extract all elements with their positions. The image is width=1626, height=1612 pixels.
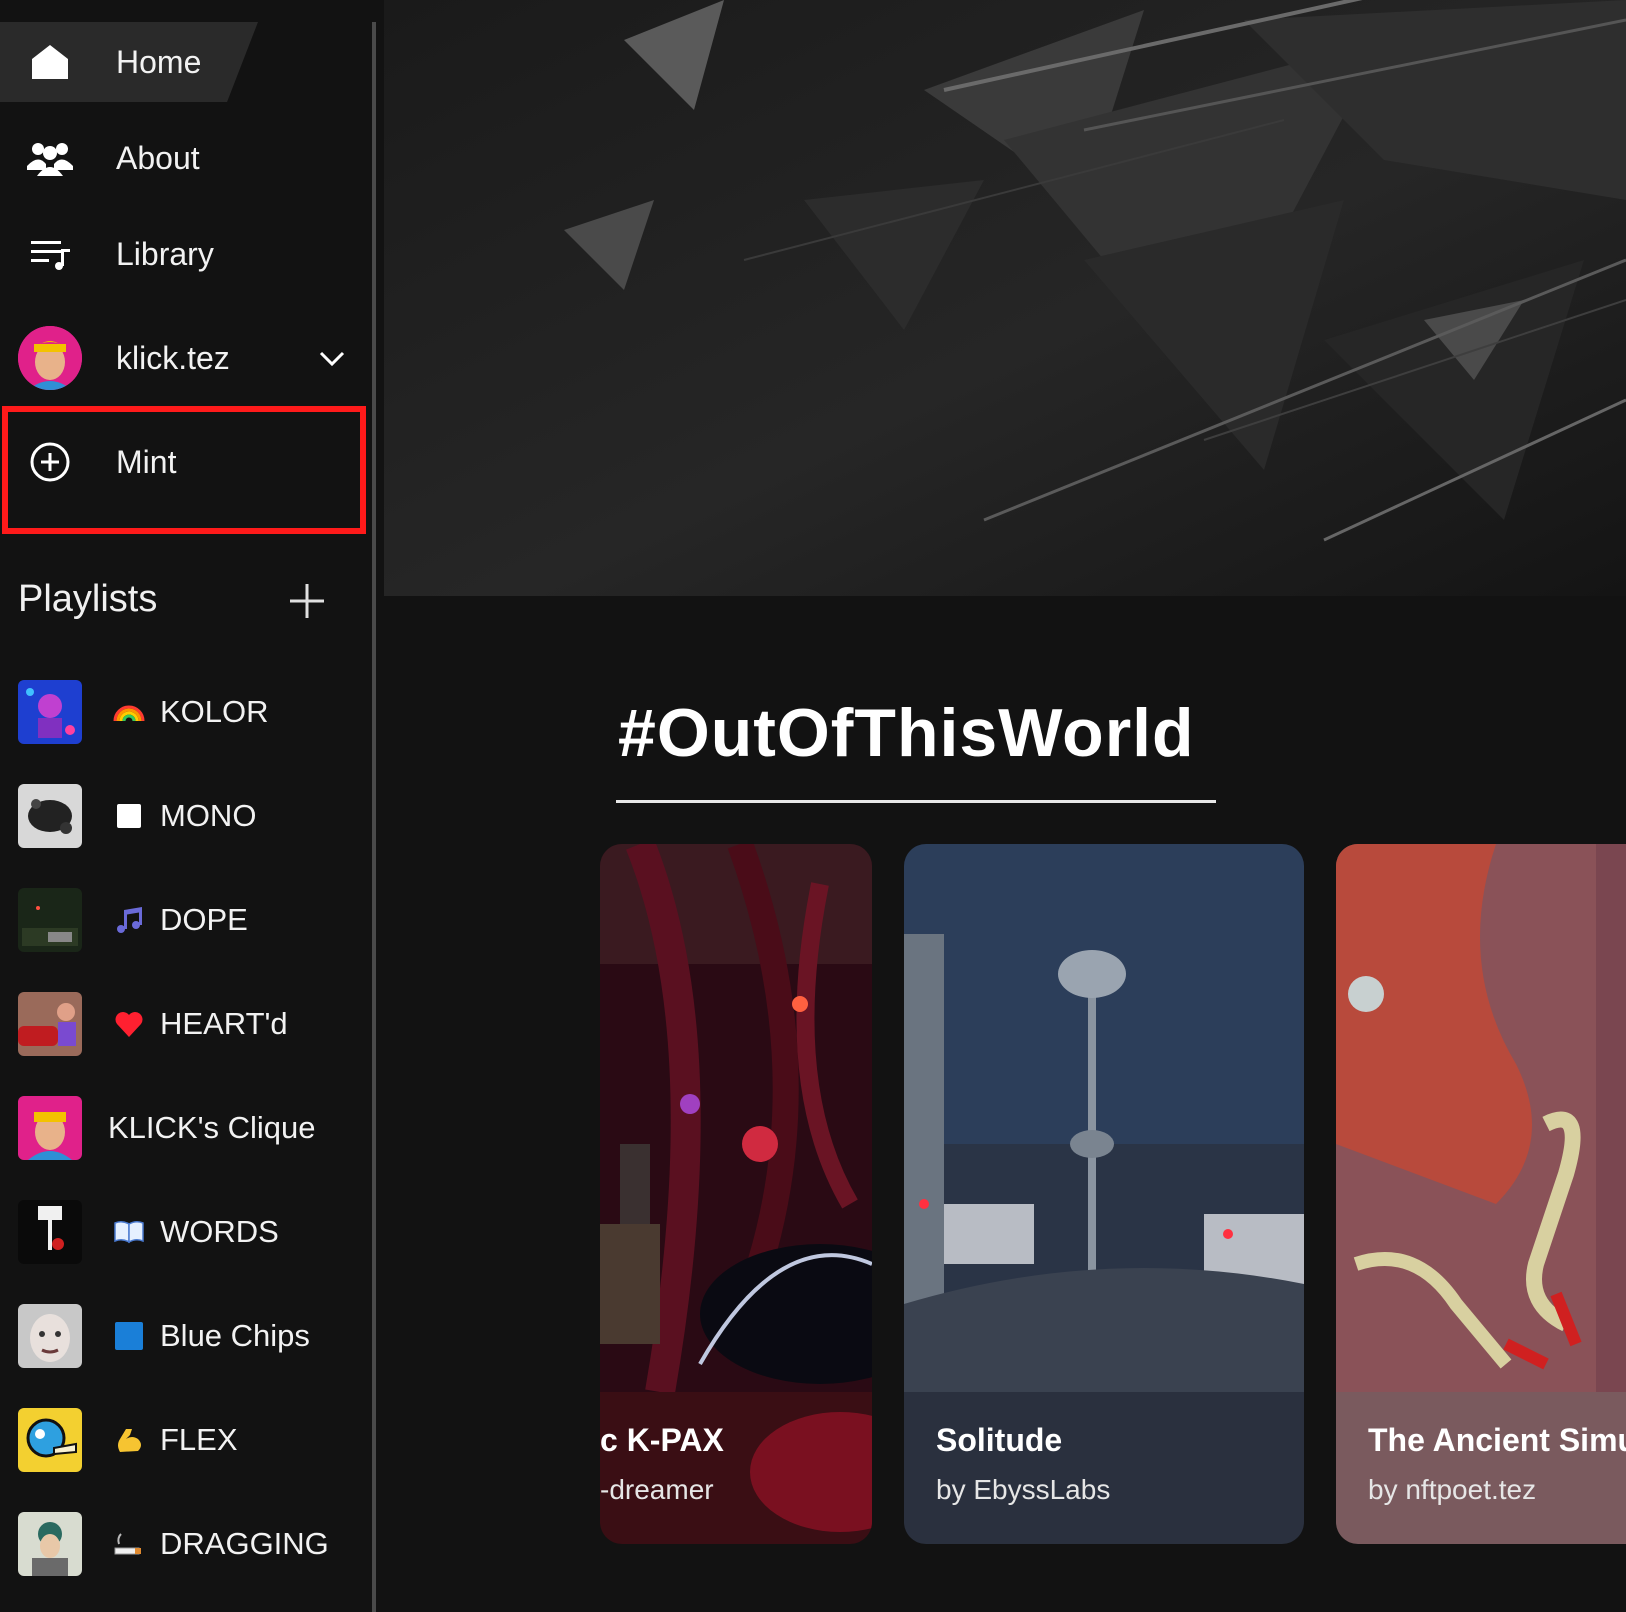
nav-about[interactable]: About [0,110,370,206]
avatar-wrap [18,326,82,390]
playlist-thumbnail [18,1096,82,1160]
playlist-thumbnail [18,680,82,744]
playlist-thumbnail [18,888,82,952]
mint-highlight-box [2,406,366,534]
artwork-card[interactable]: c K-PAX -dreamer [600,844,872,1544]
playlist-label: FLEX [160,1422,238,1457]
nav-library-label: Library [116,235,214,272]
card-title: c K-PAX [600,1422,724,1458]
account-name: klick.tez [116,339,230,376]
playlist-thumbnail [18,1304,82,1368]
chevron-down-icon[interactable] [318,344,346,372]
card-byline: by EbyssLabs [936,1474,1111,1505]
playlist-item-flex[interactable]: FLEX [0,1400,370,1480]
artwork-card[interactable]: Solitude by EbyssLabs [904,844,1304,1544]
card-byline: -dreamer [600,1474,714,1505]
card-caption-bg [600,1392,872,1544]
card-artwork [1336,844,1626,1392]
playlist-label: MONO [160,798,257,833]
add-playlist-icon[interactable] [288,582,326,620]
blue-square-icon [112,1319,146,1353]
card-caption-bg [904,1392,1304,1544]
playlist-label: KLICK's Clique [108,1110,316,1145]
white-square-icon [112,799,146,833]
section-title: #OutOfThisWorld [618,695,1195,771]
nav-home[interactable]: Home [0,14,370,110]
playlist-label: WORDS [160,1214,279,1249]
playlist-thumbnail [18,1200,82,1264]
heart-icon [112,1007,146,1041]
playlist-item-kolor[interactable]: KOLOR [0,672,370,752]
sidebar-divider[interactable] [372,22,376,1612]
card-artwork [600,844,872,1392]
home-icon [18,30,82,94]
playlist-label: HEART'd [160,1006,288,1041]
playlist-item-dope[interactable]: DOPE [0,880,370,960]
card-artwork [904,844,1304,1392]
playlist-thumbnail [18,784,82,848]
playlist-item-blue-chips[interactable]: Blue Chips [0,1296,370,1376]
music-notes-icon [112,903,146,937]
section-underline [616,800,1216,803]
flexed-biceps-icon [112,1423,146,1457]
playlist-thumbnail [18,1408,82,1472]
playlists-heading: Playlists [18,578,158,620]
playlist-item-words[interactable]: WORDS [0,1192,370,1272]
nav-home-label: Home [116,43,202,80]
nav-about-label: About [116,139,200,176]
playlist-thumbnail [18,1512,82,1576]
playlist-label: DOPE [160,902,248,937]
account-menu[interactable]: klick.tez [0,310,370,406]
playlist-label: Blue Chips [160,1318,310,1353]
playlist-item-dragging[interactable]: DRAGGING [0,1504,370,1584]
card-title: Solitude [936,1422,1063,1458]
playlist-label: KOLOR [160,694,269,729]
rainbow-icon [112,695,146,729]
nav-library[interactable]: Library [0,206,370,302]
cigarette-icon [112,1527,146,1561]
playlist-item-mono[interactable]: MONO [0,776,370,856]
card-title: The Ancient Simu [1368,1422,1626,1458]
open-book-icon [112,1215,146,1249]
sidebar: Home About Library klick.tez Mint Playli… [0,0,372,1612]
playlist-thumbnail [18,992,82,1056]
card-caption-bg [1336,1392,1626,1544]
playlist-item-hearted[interactable]: HEART'd [0,984,370,1064]
hero-banner [384,0,1626,596]
people-icon [18,126,82,190]
artwork-card[interactable]: The Ancient Simu by nftpoet.tez [1336,844,1626,1544]
card-byline: by nftpoet.tez [1368,1474,1537,1505]
playlist-music-icon [18,222,82,286]
playlist-item-klicks-clique[interactable]: KLICK's Clique [0,1088,370,1168]
playlist-label: DRAGGING [160,1526,329,1561]
avatar [18,326,82,390]
